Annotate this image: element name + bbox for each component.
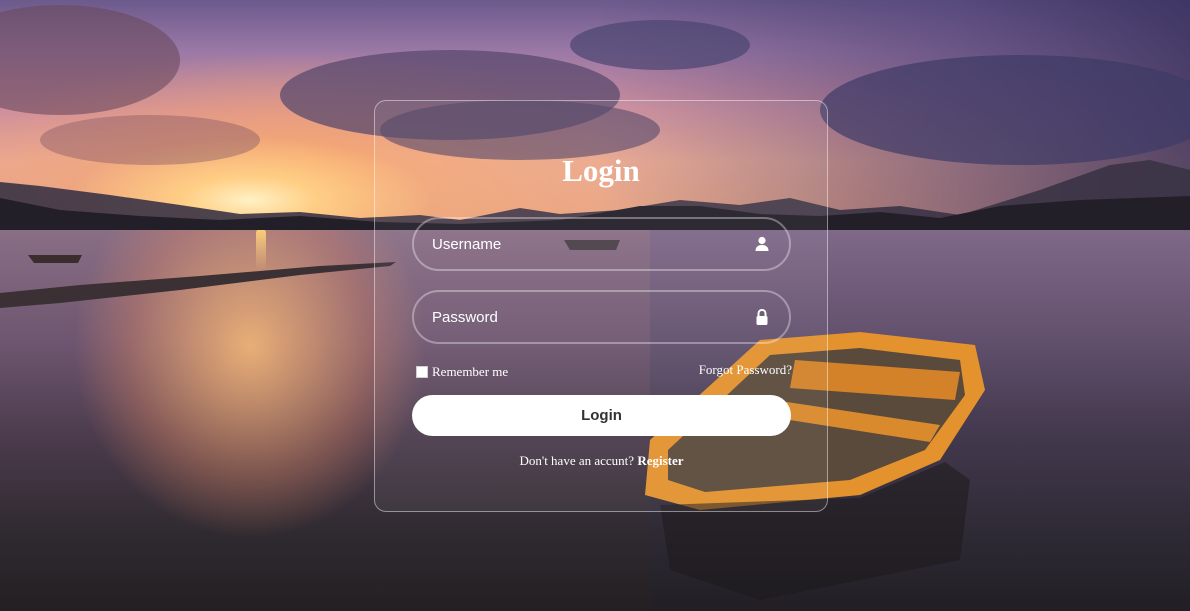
remember-label: Remember me — [432, 364, 509, 379]
register-prompt: Don't have an accunt? Register — [412, 453, 791, 469]
register-prompt-text: Don't have an accunt? — [519, 453, 635, 468]
login-button[interactable]: Login — [412, 395, 791, 436]
user-icon — [753, 235, 771, 253]
password-field[interactable] — [412, 290, 791, 344]
lock-icon — [753, 308, 771, 326]
remember-me[interactable]: Remember me — [416, 364, 508, 380]
login-title: Login — [562, 153, 640, 188]
forgot-password-link[interactable]: Forgot Password? — [699, 362, 792, 378]
remember-checkbox[interactable] — [416, 366, 428, 378]
register-link[interactable]: Register — [637, 453, 683, 468]
username-field[interactable] — [412, 217, 791, 271]
password-input[interactable] — [432, 292, 732, 342]
username-input[interactable] — [432, 219, 732, 269]
